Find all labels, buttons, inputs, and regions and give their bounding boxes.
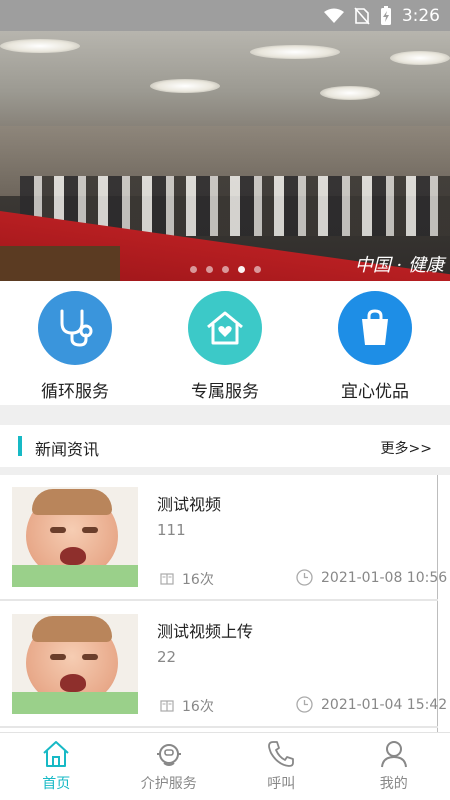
news-thumbnail[interactable]	[12, 614, 138, 714]
service-exclusive[interactable]: 专属服务	[150, 281, 300, 405]
shopping-bag-icon	[362, 309, 388, 345]
service-label: 循环服务	[41, 382, 109, 402]
news-item-title[interactable]: 测试视频	[157, 491, 221, 515]
stethoscope-icon	[60, 309, 93, 347]
service-circle[interactable]	[38, 291, 112, 365]
news-item-date: 2021-01-08 10:56	[296, 569, 447, 586]
tab-label: 介护服务	[140, 776, 197, 792]
user-icon	[380, 741, 407, 768]
news-item[interactable]: 测试视频 111 16次 2021-01-08 10:56	[0, 475, 447, 601]
thumb-shirt	[12, 565, 138, 587]
thumb-mouth	[60, 547, 86, 565]
thumb-shirt	[12, 692, 138, 714]
views-book-icon	[160, 573, 174, 585]
news-item-subtitle: 22	[157, 648, 177, 666]
news-thumbnail[interactable]	[12, 487, 138, 587]
thumb-mouth	[60, 674, 86, 692]
news-section-header: 新闻资讯 更多>>	[0, 425, 450, 467]
thumb-eye	[50, 527, 66, 533]
tab-call[interactable]: 呼叫	[225, 733, 338, 800]
thumb-eye	[82, 527, 98, 533]
bottom-tab-bar: 首页 介护服务 呼叫 我的	[0, 732, 450, 800]
service-products[interactable]: 宜心优品	[300, 281, 450, 405]
chandelier	[150, 79, 220, 93]
status-time: 3:26	[401, 6, 440, 26]
home-icon	[43, 741, 69, 767]
thumb-hair	[32, 489, 112, 515]
news-item-views-count: 16次	[182, 572, 214, 588]
news-item-date: 2021-01-04 15:42	[296, 696, 447, 713]
news-list[interactable]: 测试视频 111 16次 2021-01-08 10:56 测试视频上传 22 …	[0, 475, 450, 732]
news-item-views: 16次	[160, 696, 214, 716]
carousel-dot[interactable]	[253, 266, 261, 273]
thumb-eye	[82, 654, 98, 660]
tab-label: 呼叫	[267, 776, 296, 792]
news-more-link[interactable]: 更多>>	[381, 438, 432, 458]
home-heart-icon	[207, 311, 243, 345]
chandelier	[250, 45, 340, 59]
news-item-title[interactable]: 测试视频上传	[157, 618, 253, 642]
service-circulation[interactable]: 循环服务	[0, 281, 150, 405]
views-book-icon	[160, 700, 174, 712]
news-item-subtitle: 111	[157, 521, 186, 539]
chandelier	[320, 86, 380, 100]
news-item-date-text: 2021-01-08 10:56	[321, 569, 448, 586]
service-circle[interactable]	[338, 291, 412, 365]
service-label: 专属服务	[191, 382, 259, 402]
clock-icon	[296, 696, 313, 713]
status-icons: 3:26	[323, 4, 440, 28]
news-section-title: 新闻资讯	[35, 440, 100, 459]
tab-label: 首页	[42, 776, 71, 792]
tab-home[interactable]: 首页	[0, 733, 113, 800]
wifi-icon	[323, 8, 344, 23]
clock-icon	[296, 569, 313, 586]
carousel-dot-active[interactable]	[237, 266, 245, 273]
section-accent-bar	[18, 436, 22, 456]
banner-carousel[interactable]: 中国 · 健康	[0, 31, 450, 281]
chandelier	[0, 39, 80, 53]
banner-carpet	[0, 246, 120, 281]
thumb-eye	[50, 654, 66, 660]
tab-mine[interactable]: 我的	[338, 733, 450, 800]
phone-icon	[268, 741, 295, 767]
carousel-dot[interactable]	[221, 266, 229, 273]
service-circle[interactable]	[188, 291, 262, 365]
news-item-views-count: 16次	[182, 699, 214, 715]
tab-label: 我的	[379, 776, 408, 792]
chandelier	[390, 51, 450, 65]
thumb-hair	[32, 616, 112, 642]
no-sim-icon	[354, 7, 370, 25]
tab-nursing-service[interactable]: 介护服务	[113, 733, 226, 800]
nurse-icon	[156, 744, 181, 766]
news-item-views: 16次	[160, 569, 214, 589]
carousel-dot[interactable]	[205, 266, 213, 273]
status-bar: 3:26	[0, 0, 450, 31]
carousel-dot[interactable]	[189, 266, 197, 273]
news-item[interactable]: 测试视频上传 22 16次 2021-01-04 15:42	[0, 602, 447, 728]
battery-charging-icon	[380, 6, 391, 25]
services-grid: 循环服务 专属服务 宜心优品	[0, 281, 450, 405]
service-label: 宜心优品	[341, 382, 409, 402]
banner-watermark: 中国 · 健康	[354, 255, 444, 276]
news-item-date-text: 2021-01-04 15:42	[321, 696, 448, 713]
